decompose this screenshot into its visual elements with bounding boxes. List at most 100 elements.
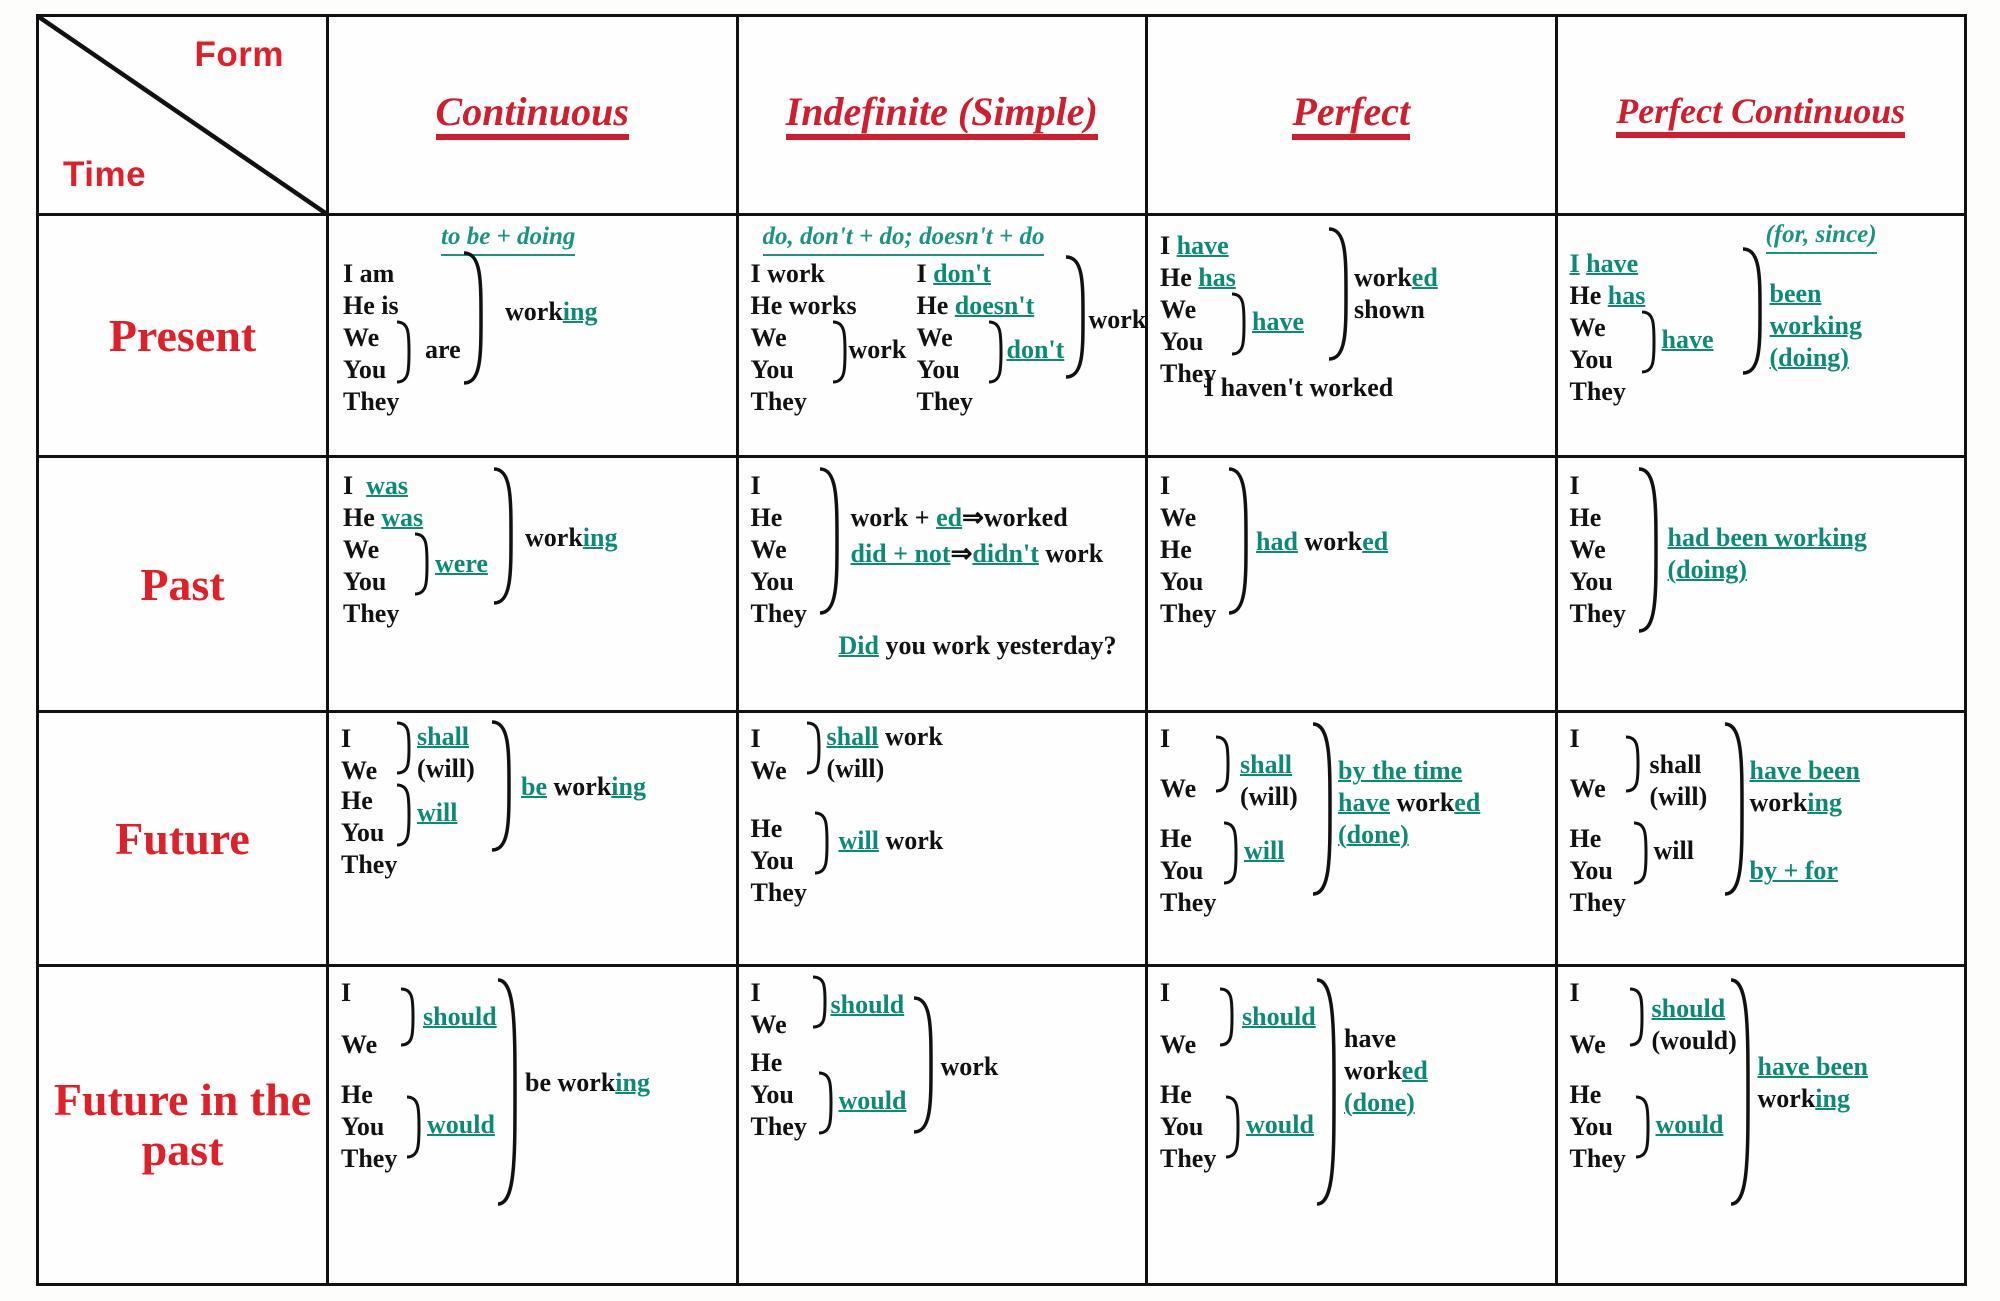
pronoun-line: He (750, 503, 783, 533)
column-header-perfect-continuous: Perfect Continuous (1554, 13, 1967, 217)
cell-future-perfect: I We shall (will) He You They will by th… (1145, 710, 1558, 968)
pronoun-line: He (1569, 503, 1602, 533)
auxiliary-verb: had (1256, 527, 1298, 557)
brace-large-icon (1722, 721, 1748, 897)
verb-ending: ing (1815, 1084, 1850, 1114)
pronoun-line: I (1160, 978, 1171, 1008)
result-line: been (1769, 279, 1822, 309)
brace-small-icon (1218, 987, 1240, 1047)
cell-past-perfect: I We He You They had worked (1145, 455, 1558, 714)
cell-present-perfect-continuous: (for, since) I have He has We You They h… (1554, 213, 1967, 459)
result-line: working (1769, 311, 1862, 341)
auxiliary-will: will (1244, 836, 1285, 866)
pronoun-line: You (1569, 856, 1613, 886)
cell-future-continuous: I We shall (will) He You They will be wo… (326, 710, 739, 968)
pronoun-line: You (1569, 567, 1613, 597)
brace-small-icon (399, 987, 421, 1047)
auxiliary-will-alt: (will) (1649, 782, 1708, 812)
fip-continuous-result: be working (525, 1067, 650, 1099)
result-line: (doing) (1667, 555, 1747, 585)
pronoun: I (1569, 249, 1580, 279)
rule-verb: work (1038, 539, 1104, 569)
cell-past-continuous: I was He was We You They were working (326, 455, 739, 714)
cell-present-perfect: I have He has We You They have worked sh… (1145, 213, 1558, 459)
auxiliary-should: should (1242, 1002, 1316, 1032)
cell-fip-perfect: I We should He You They would have worke… (1145, 964, 1558, 1286)
pronoun-line: He works (751, 290, 857, 322)
formula-label: do, don't + do; doesn't + do (762, 222, 1045, 256)
row-label-text: Future (115, 813, 250, 864)
verb-ending: ing (611, 772, 646, 802)
cell-present-continuous: to be + doing I am He is We You They are… (326, 213, 739, 459)
pronoun: I (1160, 231, 1171, 261)
pronoun-line: He is (343, 291, 399, 321)
question-auxiliary: Did (838, 631, 879, 661)
pronoun-line: I (1569, 724, 1580, 754)
row-label-future: Future (36, 710, 329, 968)
example-question: Did you work yesterday? (839, 630, 1117, 662)
row-label-text: Past (140, 558, 225, 610)
perfect-line-2: He has (1160, 262, 1236, 294)
pronoun-line: We (750, 535, 787, 565)
pronoun-line: We (750, 1010, 787, 1040)
perfect-note: I haven't worked (1204, 373, 1394, 403)
brace-small-icon (987, 320, 1009, 384)
pronoun-line: They (750, 1112, 807, 1142)
verb-stem: be work (525, 1068, 616, 1098)
pronoun-line: He (1160, 535, 1192, 565)
perfect-line-1: I have (1160, 230, 1229, 262)
pronoun-line: I (341, 724, 352, 754)
rule-part: work + (850, 503, 937, 533)
auxiliary-verb: have (1661, 325, 1714, 355)
auxiliary-would: would (427, 1110, 495, 1140)
pronoun-line: You (341, 818, 385, 848)
question-rest: you work yesterday? (878, 631, 1117, 661)
auxiliary-will-alt: (will) (1240, 782, 1298, 812)
auxiliary-shall: shall (417, 722, 470, 752)
brace-small-icon (817, 1071, 839, 1135)
brace-large-icon (1636, 466, 1662, 634)
result-line: working (1750, 787, 1861, 819)
column-header-label: Continuous (435, 90, 629, 140)
pronoun: He (1569, 281, 1602, 311)
result-line: have worked (1338, 787, 1480, 819)
brace-small-icon (1214, 735, 1236, 793)
pronoun-line: We (1160, 503, 1197, 533)
auxiliary-verb: have (1586, 249, 1639, 279)
pronoun-line: They (750, 387, 807, 417)
pronoun-line: You (343, 355, 387, 385)
participle-1: worked (1354, 262, 1438, 294)
verb-form: work (885, 722, 943, 752)
participle-ending: ed (1454, 788, 1481, 818)
brace-large-icon (489, 719, 515, 853)
participle-stem: work (1304, 527, 1363, 557)
pronoun-line: We (1569, 1030, 1606, 1060)
verb-stem: work (525, 523, 583, 553)
past-line-1: I was (343, 470, 408, 502)
result-line: have been (1749, 756, 1861, 786)
rule-suffix: ed (936, 503, 963, 533)
pronoun-line: He (750, 1048, 783, 1078)
result-line: had been working (1667, 523, 1867, 553)
rule-part: did + not (850, 539, 951, 569)
affirmative-line: He works (750, 291, 857, 321)
pronoun-line: You (750, 1080, 794, 1110)
cell-fip-indefinite: I We should He You They would work (735, 964, 1148, 1286)
pronoun-line: I (1160, 471, 1171, 501)
perfect-line-1: I have (1570, 248, 1639, 280)
pronoun-line: You (1569, 1112, 1613, 1142)
pronoun-line: They (916, 387, 973, 417)
column-header-label: Perfect Continuous (1616, 92, 1906, 138)
pronoun: I (916, 259, 927, 289)
column-header-perfect: Perfect (1145, 13, 1558, 217)
brace-small-icon (395, 783, 417, 847)
auxiliary-will: will (417, 798, 458, 828)
brace-small-icon (1632, 821, 1654, 885)
brace-small-icon (811, 975, 833, 1029)
pronoun-line: I (750, 724, 761, 754)
future-continuous-result: be working (521, 771, 646, 803)
brace-small-icon (813, 811, 835, 875)
auxiliary-verb: has (1607, 281, 1646, 311)
pronoun-line: I (341, 978, 352, 1008)
result-line: (done) (1338, 820, 1409, 850)
